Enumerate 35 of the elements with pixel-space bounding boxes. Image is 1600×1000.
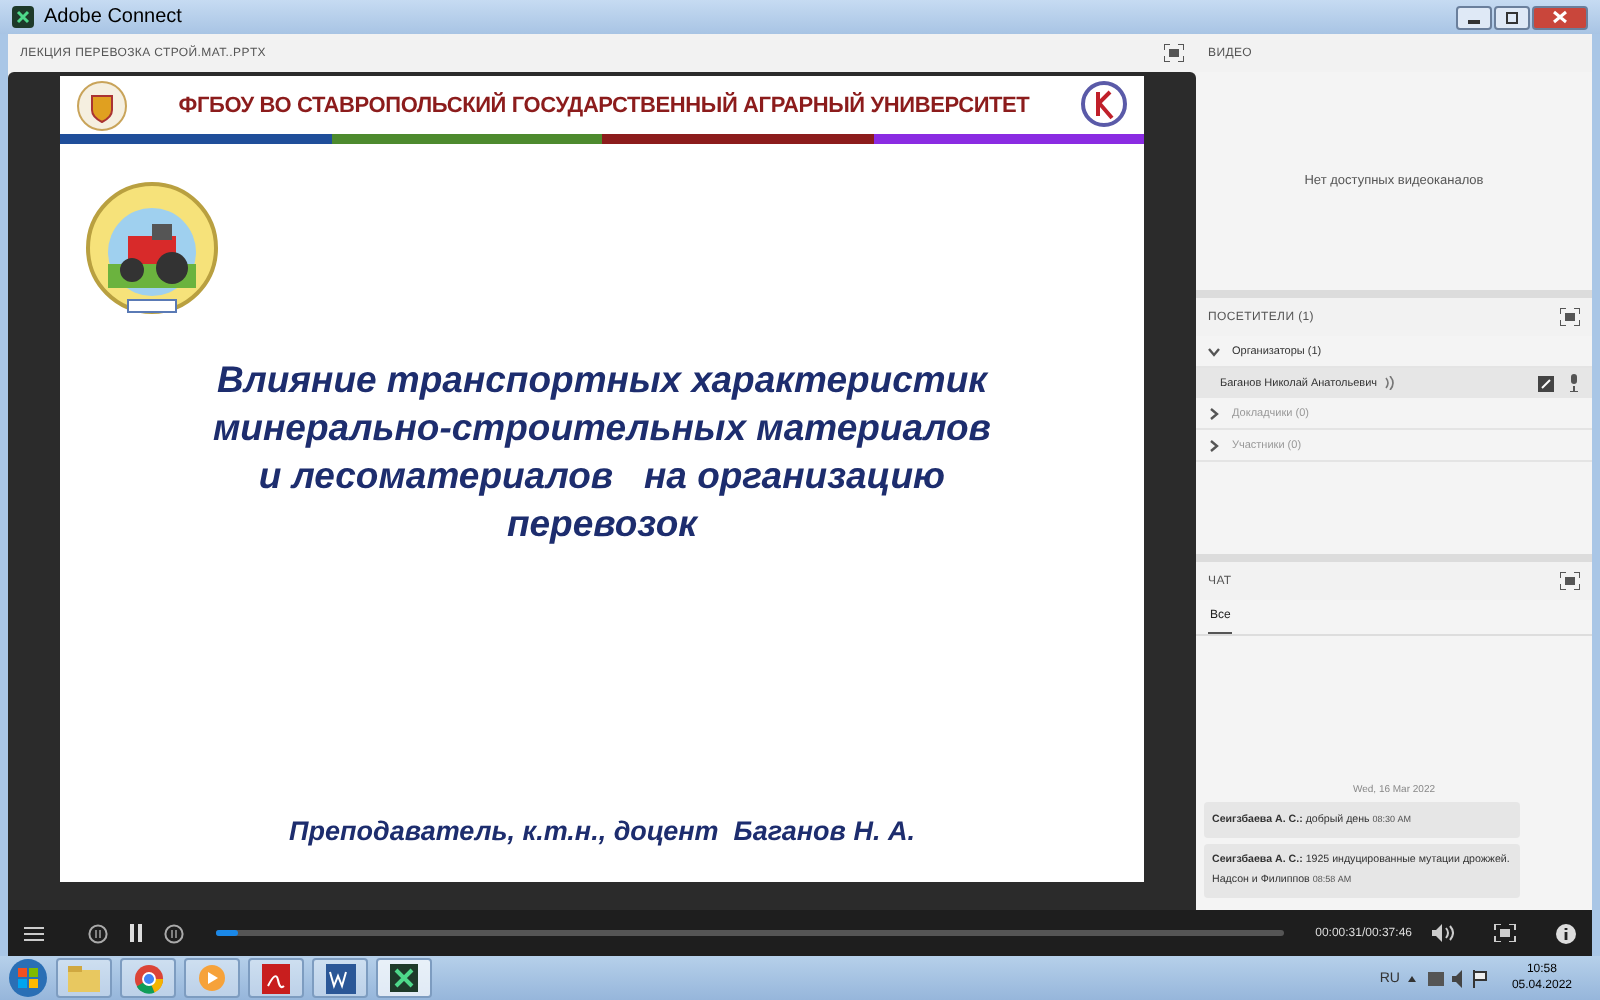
window-title: Adobe Connect — [44, 6, 182, 28]
maximize-icon — [1504, 11, 1520, 23]
volume-icon[interactable] — [1432, 924, 1454, 942]
maximize-button[interactable] — [1494, 5, 1530, 29]
pencil-icon[interactable] — [1538, 375, 1554, 391]
app-icon — [12, 6, 34, 28]
info-icon[interactable] — [1556, 923, 1576, 943]
slide-title: Влияние транспортных характеристик минерально-строительных материалов и лесоматериалов на организацию перевозок — [213, 356, 991, 548]
tray-icons-drawing[interactable] — [1407, 969, 1488, 987]
taskbar-player-icon[interactable] — [184, 958, 240, 998]
chevron-icon — [1208, 439, 1220, 451]
fullscreen-icon[interactable] — [1560, 308, 1580, 326]
start-button-icon[interactable] — [8, 958, 48, 998]
forward-icon[interactable] — [164, 923, 184, 943]
progress-track[interactable] — [216, 930, 1284, 936]
rewind-icon[interactable] — [88, 923, 108, 943]
close-button[interactable] — [1532, 5, 1588, 29]
speaking-icon — [1383, 376, 1394, 390]
fullscreen-icon[interactable] — [1560, 572, 1580, 590]
university-title: ФГБОУ ВО СТАВРОПОЛЬСКИЙ ГОСУДАРСТВЕННЫЙ АГРАРНЫЙ УНИВЕРСИТЕТ — [178, 94, 1030, 118]
tractor-emblem-drawing — [84, 176, 220, 320]
pause-icon[interactable] — [128, 924, 144, 942]
crest-icon — [76, 80, 128, 132]
taskbar-connect-icon[interactable] — [376, 958, 432, 998]
chevron-icon — [1208, 407, 1220, 419]
lecturer-line: Преподаватель, к.т.н., доцент Баганов Н. А. — [289, 816, 915, 846]
chevron-icon — [1208, 345, 1220, 357]
menu-icon[interactable] — [24, 925, 44, 941]
fullscreen-icon[interactable] — [1164, 44, 1184, 62]
taskbar-document-icon[interactable] — [312, 958, 368, 998]
minimize-button[interactable] — [1456, 5, 1492, 29]
taskbar-pdf-icon[interactable] — [248, 958, 304, 998]
taskbar-browser-icon[interactable] — [120, 958, 176, 998]
close-icon — [1552, 10, 1568, 24]
microphone-icon[interactable] — [1568, 374, 1580, 392]
